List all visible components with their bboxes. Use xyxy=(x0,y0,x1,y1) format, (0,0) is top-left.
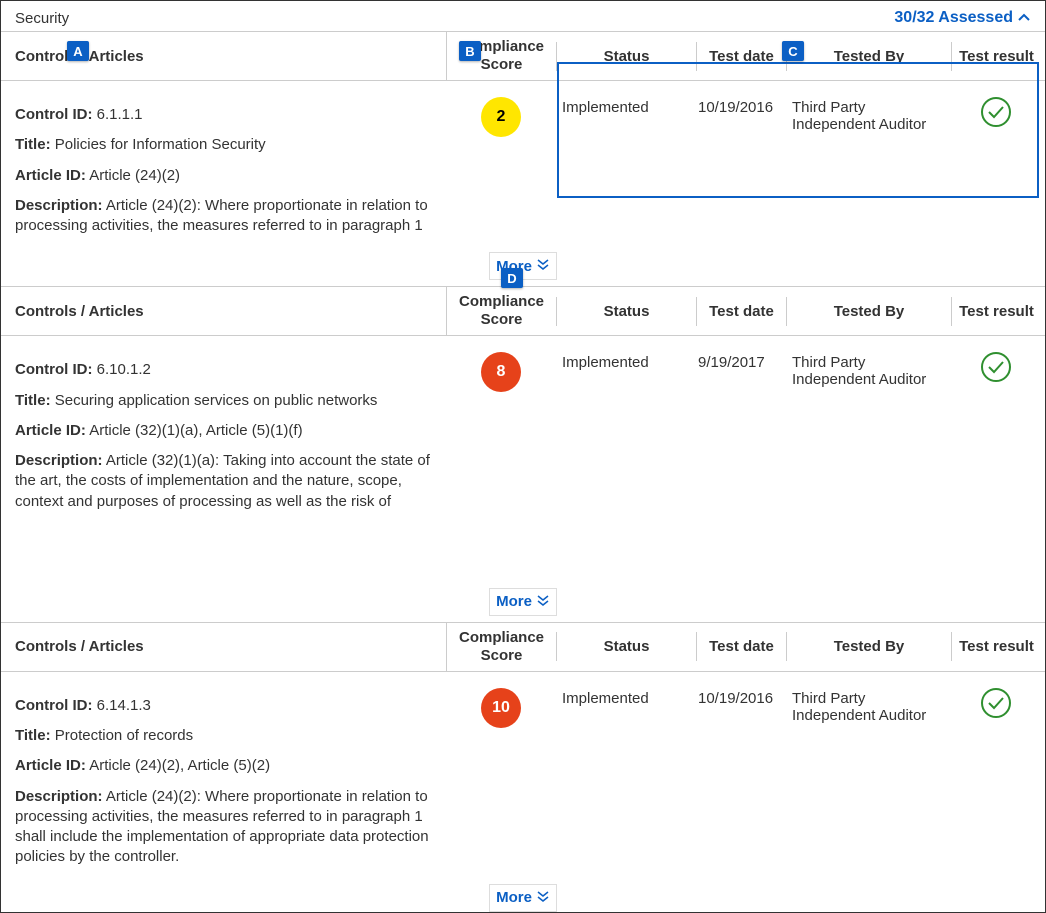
testdate-cell: 9/19/2017 xyxy=(696,346,786,375)
testdate-cell: 10/19/2016 xyxy=(696,682,786,711)
article-label: Article ID: xyxy=(15,167,86,184)
header-testedby: Tested By xyxy=(786,632,951,661)
header-testedby: Tested By xyxy=(786,42,951,71)
header-result: Test result xyxy=(951,297,1041,326)
more-button[interactable]: More xyxy=(489,884,557,912)
header-controls: Controls / Articles xyxy=(1,632,446,661)
column-headers: Controls / Articles ComplianceScore Stat… xyxy=(1,622,1045,672)
chevron-double-down-icon xyxy=(536,889,550,907)
article-label: Article ID: xyxy=(15,422,86,439)
header-result: Test result xyxy=(951,632,1041,661)
testedby-cell: Third Party Independent Auditor xyxy=(786,346,951,392)
testedby-cell: Third Party Independent Auditor xyxy=(786,91,951,137)
status-cell: Implemented xyxy=(556,91,696,120)
callout-d: D xyxy=(501,268,523,288)
result-cell xyxy=(951,91,1041,127)
control-details: Control ID: 6.14.1.3 Title: Protection o… xyxy=(1,682,446,882)
section-header: Security 30/32 Assessed xyxy=(1,1,1045,31)
callout-a: A xyxy=(67,41,89,61)
callout-b: B xyxy=(459,41,481,61)
chevron-double-down-icon xyxy=(536,593,550,611)
chevron-up-icon xyxy=(1017,9,1031,27)
table-row: Control ID: 6.10.1.2 Title: Securing app… xyxy=(1,336,1045,526)
result-cell xyxy=(951,346,1041,382)
control-id-label: Control ID: xyxy=(15,697,92,714)
control-id-label: Control ID: xyxy=(15,106,92,123)
header-result: Test result xyxy=(951,42,1041,71)
article-label: Article ID: xyxy=(15,757,86,774)
header-controls: Controls / Articles xyxy=(1,297,446,326)
header-score: ComplianceScore xyxy=(446,623,556,671)
check-circle-icon xyxy=(981,352,1011,382)
control-details: Control ID: 6.10.1.2 Title: Securing app… xyxy=(1,346,446,526)
score-badge: 8 xyxy=(481,352,521,392)
assessed-toggle[interactable]: 30/32 Assessed xyxy=(894,9,1031,27)
result-cell xyxy=(951,682,1041,718)
description-label: Description: xyxy=(15,452,103,469)
more-label: More xyxy=(496,889,532,906)
control-id-label: Control ID: xyxy=(15,361,92,378)
header-testedby: Tested By xyxy=(786,297,951,326)
more-button[interactable]: More xyxy=(489,588,557,616)
control-id-value: 6.10.1.2 xyxy=(97,361,151,378)
score-cell: 2 xyxy=(446,91,556,137)
check-circle-icon xyxy=(981,97,1011,127)
title-label: Title: xyxy=(15,392,51,409)
header-status: Status xyxy=(556,297,696,326)
header-status: Status xyxy=(556,632,696,661)
testdate-cell: 10/19/2016 xyxy=(696,91,786,120)
score-cell: 10 xyxy=(446,682,556,728)
control-id-value: 6.14.1.3 xyxy=(97,697,151,714)
more-label: More xyxy=(496,593,532,610)
score-cell: 8 xyxy=(446,346,556,392)
section-title: Security xyxy=(15,10,69,27)
header-testdate: Test date xyxy=(696,42,786,71)
control-id-value: 6.1.1.1 xyxy=(97,106,143,123)
article-value: Article (24)(2), Article (5)(2) xyxy=(89,757,270,774)
control-details: Control ID: 6.1.1.1 Title: Policies for … xyxy=(1,91,446,250)
article-value: Article (24)(2) xyxy=(89,167,180,184)
header-testdate: Test date xyxy=(696,632,786,661)
column-headers: Controls / Articles ComplianceScore Stat… xyxy=(1,31,1045,81)
title-label: Title: xyxy=(15,727,51,744)
title-value: Protection of records xyxy=(55,727,193,744)
callout-c: C xyxy=(782,41,804,61)
description-label: Description: xyxy=(15,197,103,214)
table-row: Control ID: 6.14.1.3 Title: Protection o… xyxy=(1,672,1045,882)
description-label: Description: xyxy=(15,788,103,805)
header-score: ComplianceScore xyxy=(446,287,556,335)
article-value: Article (32)(1)(a), Article (5)(1)(f) xyxy=(89,422,302,439)
testedby-cell: Third Party Independent Auditor xyxy=(786,682,951,728)
score-badge: 10 xyxy=(481,688,521,728)
status-cell: Implemented xyxy=(556,346,696,375)
column-headers: Controls / Articles ComplianceScore Stat… xyxy=(1,286,1045,336)
compliance-panel: A B C D Security 30/32 Assessed Controls… xyxy=(0,0,1046,913)
chevron-double-down-icon xyxy=(536,257,550,275)
header-status: Status xyxy=(556,42,696,71)
title-value: Securing application services on public … xyxy=(55,392,378,409)
assessed-label: 30/32 Assessed xyxy=(894,9,1013,27)
header-testdate: Test date xyxy=(696,297,786,326)
score-badge: 2 xyxy=(481,97,521,137)
check-circle-icon xyxy=(981,688,1011,718)
title-label: Title: xyxy=(15,136,51,153)
status-cell: Implemented xyxy=(556,682,696,711)
title-value: Policies for Information Security xyxy=(55,136,266,153)
table-row: Control ID: 6.1.1.1 Title: Policies for … xyxy=(1,81,1045,250)
more-button[interactable]: More xyxy=(489,252,557,280)
